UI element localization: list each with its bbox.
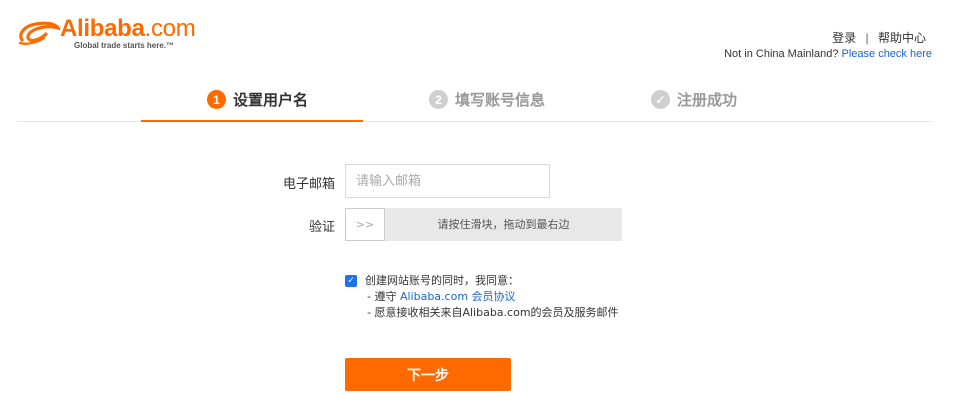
member-agreement-link[interactable]: Alibaba.com 会员协议 xyxy=(400,290,516,303)
step-label: 填写账号信息 xyxy=(455,91,546,109)
alibaba-logo[interactable]: Alibaba.com Global trade starts here.™ xyxy=(16,16,216,50)
step-label: 注册成功 xyxy=(677,91,738,109)
step-fill-account-info: 2 填写账号信息 xyxy=(429,89,545,110)
region-notice: Not in China Mainland? Please check here xyxy=(724,48,932,60)
alibaba-swirl-icon xyxy=(18,21,60,45)
help-center-link[interactable]: 帮助中心 xyxy=(878,31,926,45)
registration-steps: 1 设置用户名 2 填写账号信息 ✓ 注册成功 xyxy=(17,84,932,122)
login-link[interactable]: 登录 xyxy=(832,31,856,45)
agreement-terms: - 遵守 Alibaba.com 会员协议 xyxy=(367,290,516,303)
top-links: 登录 | 帮助中心 xyxy=(832,29,926,46)
region-check-link[interactable]: Please check here xyxy=(842,48,933,60)
next-step-button[interactable]: 下一步 xyxy=(345,358,511,391)
top-links-separator: | xyxy=(865,31,869,45)
slider-handle[interactable]: >> xyxy=(345,208,385,241)
check-circle-icon: ✓ xyxy=(651,90,670,109)
brand-name: Alibaba.com xyxy=(60,15,196,42)
email-field[interactable] xyxy=(345,164,550,198)
agreement-intro: 创建网站账号的同时，我同意： xyxy=(365,274,519,287)
step-set-username: 1 设置用户名 xyxy=(207,89,308,110)
email-label: 电子邮箱 xyxy=(282,177,335,192)
registration-page: Alibaba.com Global trade starts here.™ 登… xyxy=(0,0,959,405)
step-label: 设置用户名 xyxy=(233,91,309,109)
step-number-1: 1 xyxy=(207,90,226,109)
verify-label: 验证 xyxy=(308,220,335,235)
active-step-underline xyxy=(141,120,363,122)
brand-tagline: Global trade starts here.™ xyxy=(74,41,175,50)
agreement-checkbox[interactable]: ✓ xyxy=(345,275,357,287)
step-number-2: 2 xyxy=(429,90,448,109)
agreement-section: ✓ 创建网站账号的同时，我同意： - 遵守 Alibaba.com 会员协议 -… xyxy=(345,273,619,321)
slider-captcha: >> 请按住滑块，拖动到最右边 xyxy=(345,208,622,241)
step-registration-success: ✓ 注册成功 xyxy=(651,89,737,110)
agreement-email-consent: - 愿意接收相关来自Alibaba.com的会员及服务邮件 xyxy=(367,306,619,319)
region-text: Not in China Mainland? xyxy=(724,48,842,60)
slider-hint: 请按住滑块，拖动到最右边 xyxy=(437,218,570,231)
